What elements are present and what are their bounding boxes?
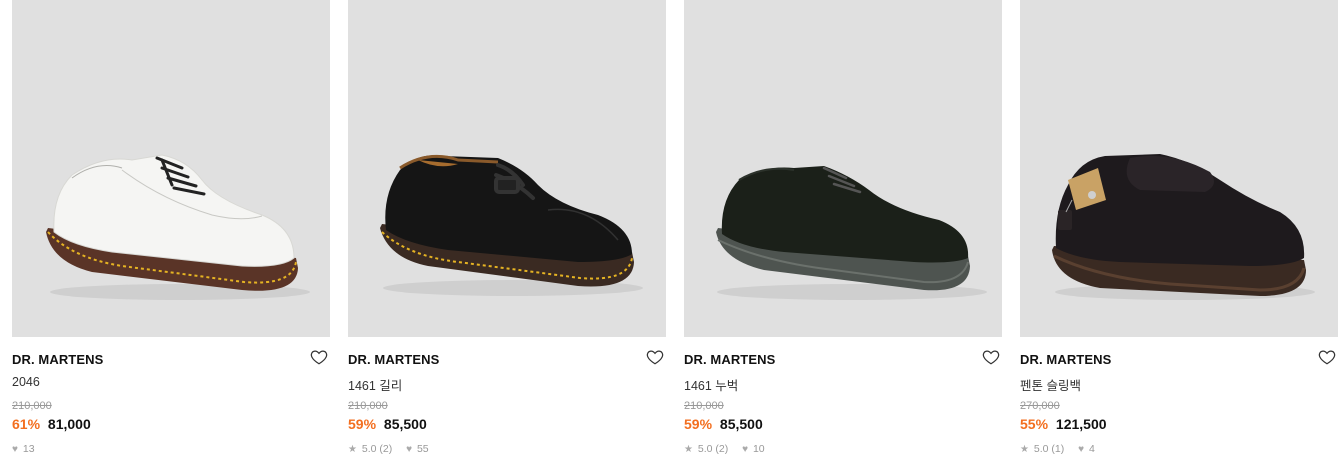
product-brand: DR. MARTENS [1020, 352, 1112, 367]
product-brand: DR. MARTENS [684, 352, 776, 367]
sale-price: 81,000 [47, 416, 91, 432]
product-card[interactable]: DR. MARTENS 1461 길리 210,000 59% 85,500 ★… [348, 0, 666, 455]
product-meta: ♥ 13 [12, 443, 35, 455]
original-price: 210,000 [12, 400, 52, 412]
product-meta: ★ 5.0 (1) ♥ 4 [1020, 443, 1095, 455]
price-row: 59% 85,500 [684, 416, 763, 432]
product-name: 2046 [12, 375, 40, 389]
product-image[interactable] [1020, 0, 1338, 337]
product-image[interactable] [348, 0, 666, 337]
product-brand: DR. MARTENS [12, 352, 104, 367]
original-price: 210,000 [684, 400, 724, 412]
product-name: 1461 길리 [348, 379, 403, 393]
original-price: 210,000 [348, 400, 388, 412]
product-grid: DR. MARTENS 2046 210,000 61% 81,000 ♥ 13 [0, 0, 1338, 455]
black-nubuck-shoe-image [716, 166, 987, 300]
price-row: 55% 121,500 [1020, 416, 1107, 432]
product-card[interactable]: DR. MARTENS 2046 210,000 61% 81,000 ♥ 13 [12, 0, 330, 455]
sale-price: 85,500 [719, 416, 763, 432]
likes-count: 4 [1088, 443, 1095, 455]
star-icon: ★ [348, 444, 357, 455]
heart-icon[interactable] [1318, 348, 1336, 366]
heart-icon[interactable] [646, 348, 664, 366]
star-icon: ★ [1020, 444, 1029, 455]
original-price: 270,000 [1020, 400, 1060, 412]
discount-rate: 59% [348, 416, 377, 432]
black-gillie-shoe-image [380, 154, 643, 296]
product-card[interactable]: DR. MARTENS 펜톤 슬링백 270,000 55% 121,500 ★… [1020, 0, 1338, 455]
product-brand: DR. MARTENS [348, 352, 440, 367]
product-card[interactable]: DR. MARTENS 1461 누벅 210,000 59% 85,500 ★… [684, 0, 1002, 455]
likes-count: 13 [22, 443, 35, 455]
slingback-loafer-image [1052, 154, 1315, 300]
white-derby-shoe-image [46, 154, 310, 300]
product-image[interactable] [12, 0, 330, 337]
heart-small-icon: ♥ [406, 444, 413, 455]
rating-value: 5.0 (1) [1033, 443, 1065, 455]
heart-small-icon: ♥ [1078, 444, 1085, 455]
star-icon: ★ [684, 444, 693, 455]
product-name: 1461 누벅 [684, 379, 739, 393]
product-name: 펜톤 슬링백 [1020, 379, 1081, 393]
heart-small-icon: ♥ [742, 444, 749, 455]
rating-value: 5.0 (2) [361, 443, 393, 455]
sale-price: 85,500 [383, 416, 427, 432]
likes-count: 10 [752, 443, 765, 455]
price-row: 61% 81,000 [12, 416, 91, 432]
product-meta: ★ 5.0 (2) ♥ 10 [684, 443, 765, 455]
heart-icon[interactable] [982, 348, 1000, 366]
discount-rate: 61% [12, 416, 41, 432]
price-row: 59% 85,500 [348, 416, 427, 432]
heart-icon[interactable] [310, 348, 328, 366]
likes-count: 55 [416, 443, 429, 455]
product-meta: ★ 5.0 (2) ♥ 55 [348, 443, 429, 455]
rating-value: 5.0 (2) [697, 443, 729, 455]
discount-rate: 55% [1020, 416, 1049, 432]
product-image[interactable] [684, 0, 1002, 337]
discount-rate: 59% [684, 416, 713, 432]
heart-small-icon: ♥ [12, 444, 18, 455]
sale-price: 121,500 [1055, 416, 1107, 432]
